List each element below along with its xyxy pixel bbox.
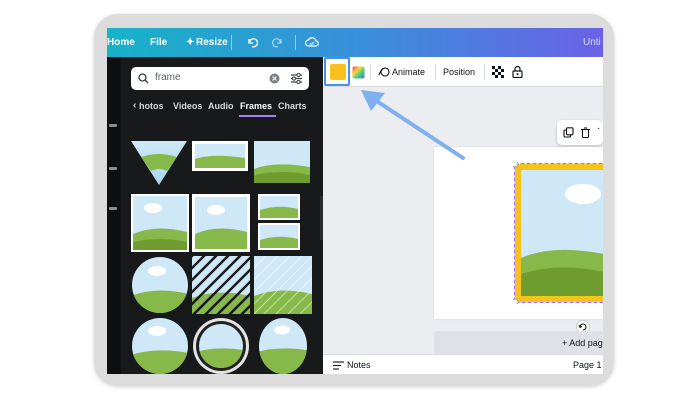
duplicate-icon[interactable]	[563, 127, 574, 138]
design-page	[434, 147, 603, 319]
position-button[interactable]: Position	[443, 67, 475, 77]
search-box[interactable]: frame	[131, 67, 309, 90]
tab-charts[interactable]: Charts	[278, 101, 307, 111]
tab-photos[interactable]: hotos	[139, 101, 164, 111]
filter-icon[interactable]	[290, 72, 303, 85]
left-rail	[107, 57, 121, 374]
trash-icon[interactable]	[580, 127, 591, 138]
frame-stamp-wide[interactable]	[192, 141, 248, 171]
frame-rect-top[interactable]	[254, 141, 310, 183]
topbar-divider	[231, 35, 232, 50]
transparency-icon[interactable]	[492, 66, 504, 78]
more-options-icon[interactable]: ·	[597, 123, 600, 134]
rail-item[interactable]	[109, 167, 117, 170]
selected-frame[interactable]	[513, 162, 603, 304]
resize-menu[interactable]: Resize	[196, 37, 228, 48]
side-panel: frame ‹ hotos Videos Audio Frames Charts	[107, 57, 323, 374]
frame-triangle[interactable]	[131, 141, 187, 185]
page-tools: ·	[557, 120, 603, 145]
toolbar-divider-2	[435, 64, 436, 80]
frame-stamp-small-1[interactable]	[258, 194, 300, 220]
design-title[interactable]: Unti	[583, 37, 601, 48]
frame-stripes[interactable]	[192, 256, 250, 314]
rainbow-color-icon[interactable]	[352, 66, 365, 79]
undo-icon[interactable]	[246, 36, 258, 48]
toolbar-divider	[370, 64, 371, 80]
animate-button[interactable]: Animate	[392, 67, 425, 77]
frame-thin-stripes[interactable]	[254, 256, 312, 314]
topbar-divider-2	[295, 35, 296, 50]
pointer-arrow	[361, 90, 465, 160]
notes-button[interactable]: Notes	[347, 360, 371, 370]
notes-icon	[333, 361, 344, 370]
animate-icon[interactable]	[378, 66, 390, 78]
bottom-bar: Notes Page 1 /	[323, 354, 603, 374]
home-menu[interactable]: Home	[107, 37, 135, 48]
frame-oval[interactable]	[254, 317, 312, 374]
rail-item[interactable]	[109, 124, 117, 127]
color-swatch-highlight	[324, 57, 350, 86]
frame-stamp-small-2[interactable]	[258, 223, 300, 250]
toolbar-divider-3	[484, 64, 485, 80]
frame-circle-ring[interactable]	[192, 317, 250, 374]
page-indicator[interactable]: Page 1 /	[573, 360, 603, 370]
tab-videos[interactable]: Videos	[173, 101, 202, 111]
search-input[interactable]: frame	[155, 72, 181, 83]
frames-grid	[121, 141, 317, 374]
app-screen: Home File ✦ Resize Unti frame ‹ hotos Vi…	[107, 28, 603, 374]
search-icon	[138, 73, 149, 84]
frame-circle-2[interactable]	[131, 317, 189, 374]
lock-icon[interactable]	[512, 65, 523, 78]
rail-item[interactable]	[109, 207, 117, 210]
resize-menu-icon[interactable]: ✦	[186, 37, 194, 48]
context-toolbar: Animate Position	[323, 57, 603, 87]
active-tab-underline	[239, 115, 276, 117]
category-tabs: ‹ hotos Videos Audio Frames Charts	[131, 99, 311, 117]
file-menu[interactable]: File	[150, 37, 167, 48]
frame-circle[interactable]	[131, 256, 189, 314]
frame-polaroid[interactable]	[192, 194, 250, 252]
cloud-save-icon[interactable]	[305, 36, 319, 48]
tab-frames[interactable]: Frames	[240, 101, 272, 111]
tab-audio[interactable]: Audio	[208, 101, 234, 111]
clear-search-icon[interactable]	[269, 73, 280, 84]
add-page-label: + Add pag	[562, 338, 603, 348]
top-bar: Home File ✦ Resize Unti	[107, 28, 603, 57]
redo-icon[interactable]	[272, 36, 284, 48]
add-page-button[interactable]: + Add pag	[434, 331, 603, 355]
frame-square-border[interactable]	[131, 194, 189, 252]
chevron-left-icon[interactable]: ‹	[133, 100, 136, 111]
